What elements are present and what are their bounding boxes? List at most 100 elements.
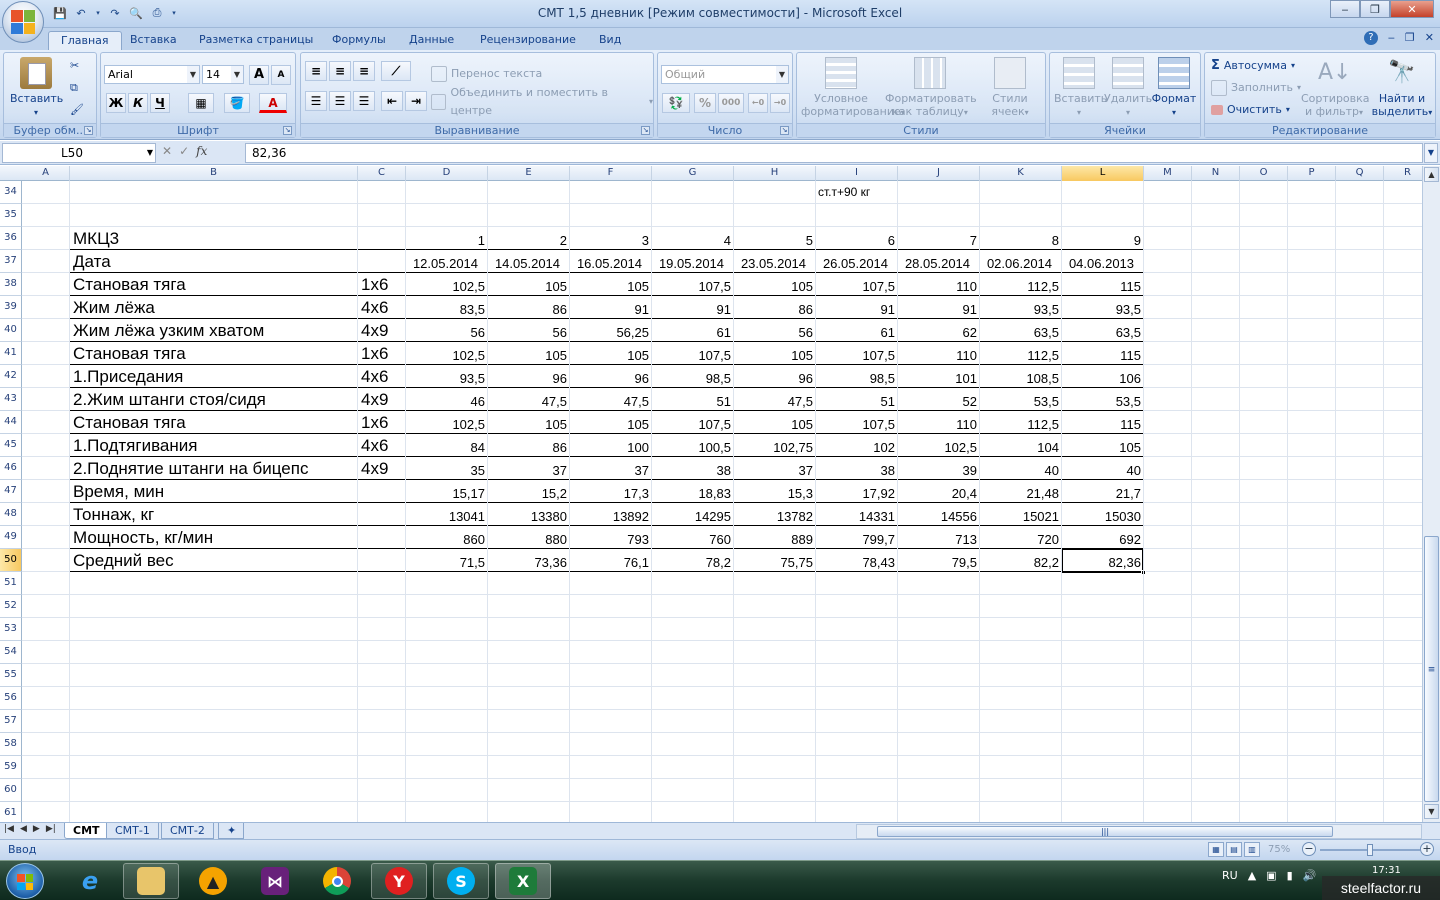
date-cell[interactable]: 28.05.2014 — [898, 250, 980, 273]
thousands-button[interactable]: 000 — [718, 93, 744, 113]
tab-view[interactable]: Вид — [587, 31, 633, 50]
value-cell[interactable]: 110 — [898, 411, 980, 434]
value-cell[interactable]: 91 — [652, 296, 734, 319]
format-cells-button[interactable]: Формат ▾ — [1150, 57, 1198, 119]
value-cell[interactable]: 15,3 — [734, 480, 816, 503]
row-header-38[interactable]: 38 — [0, 273, 22, 296]
increase-indent-icon[interactable]: ⇥ — [405, 91, 427, 111]
value-cell[interactable]: 105 — [488, 411, 570, 434]
value-cell[interactable]: 86 — [488, 434, 570, 457]
row-header-44[interactable]: 44 — [0, 411, 22, 434]
value-cell[interactable]: 39 — [898, 457, 980, 480]
format-painter-icon[interactable]: 🖌 — [70, 101, 84, 119]
value-cell[interactable]: 105 — [734, 411, 816, 434]
value-cell[interactable]: 100 — [570, 434, 652, 457]
underline-button[interactable]: Ч — [150, 93, 170, 113]
tab-home[interactable]: Главная — [48, 31, 122, 50]
row-header-34[interactable]: 34 — [0, 181, 22, 204]
date-cell[interactable]: 26.05.2014 — [816, 250, 898, 273]
value-cell[interactable]: 107,5 — [816, 273, 898, 296]
column-header-h[interactable]: H — [734, 166, 816, 181]
paste-button[interactable]: Вставить ▾ — [10, 57, 63, 119]
sort-filter-button[interactable]: A↓ Сортировка и фильтр▾ — [1301, 57, 1370, 119]
row-header-46[interactable]: 46 — [0, 457, 22, 480]
taskbar-excel[interactable]: X — [495, 863, 551, 899]
row-header-55[interactable]: 55 — [0, 664, 22, 687]
exercise-name-cell[interactable]: Время, мин — [70, 480, 358, 503]
exercise-name-cell[interactable]: Становая тяга — [70, 342, 358, 365]
value-cell[interactable]: 63,5 — [1062, 319, 1144, 342]
conditional-formatting-button[interactable]: Условное форматирование▾ — [801, 57, 905, 119]
italic-button[interactable]: К — [128, 93, 148, 113]
value-cell[interactable]: 105 — [488, 273, 570, 296]
taskbar-yandex[interactable]: Y — [371, 863, 427, 899]
name-box[interactable]: L50 ▼ — [2, 143, 156, 163]
row-header-35[interactable]: 35 — [0, 204, 22, 227]
value-cell[interactable]: 110 — [898, 342, 980, 365]
taskbar-explorer[interactable] — [123, 863, 179, 899]
column-header-q[interactable]: Q — [1336, 166, 1384, 181]
workbook-minimize-icon[interactable]: ‒ — [1388, 31, 1395, 45]
scheme-cell[interactable] — [358, 526, 406, 549]
row-header-59[interactable]: 59 — [0, 756, 22, 779]
value-cell[interactable]: 100,5 — [652, 434, 734, 457]
taskbar-ie[interactable]: e — [62, 863, 118, 899]
scheme-cell[interactable]: 4х6 — [358, 434, 406, 457]
value-cell[interactable]: 47,5 — [734, 388, 816, 411]
dialog-launcher-icon[interactable]: ↘ — [84, 126, 93, 135]
value-cell[interactable]: 105 — [1062, 434, 1144, 457]
wrap-text-button[interactable]: Перенос текста — [431, 65, 542, 83]
language-indicator[interactable]: RU — [1222, 869, 1238, 882]
value-cell[interactable]: 78,2 — [652, 549, 734, 572]
session-number-cell[interactable]: 3 — [570, 227, 652, 250]
currency-icon[interactable]: 💱 — [662, 93, 690, 113]
horizontal-scroll-thumb[interactable]: ||| — [877, 826, 1333, 837]
row-header-50[interactable]: 50 — [0, 549, 22, 572]
exercise-name-cell[interactable]: Становая тяга — [70, 273, 358, 296]
row-header-54[interactable]: 54 — [0, 641, 22, 664]
value-cell[interactable]: 84 — [406, 434, 488, 457]
selected-cell[interactable] — [1061, 548, 1146, 575]
value-cell[interactable]: 692 — [1062, 526, 1144, 549]
session-number-cell[interactable]: 9 — [1062, 227, 1144, 250]
scroll-down-icon[interactable]: ▼ — [1424, 804, 1439, 819]
autosum-button[interactable]: Σ Автосумма ▾ — [1211, 57, 1295, 75]
value-cell[interactable]: 880 — [488, 526, 570, 549]
date-cell[interactable]: 16.05.2014 — [570, 250, 652, 273]
value-cell[interactable]: 112,5 — [980, 273, 1062, 296]
value-cell[interactable]: 107,5 — [652, 342, 734, 365]
column-header-p[interactable]: P — [1288, 166, 1336, 181]
value-cell[interactable]: 82,2 — [980, 549, 1062, 572]
row-header-49[interactable]: 49 — [0, 526, 22, 549]
exercise-name-cell[interactable]: Становая тяга — [70, 411, 358, 434]
value-cell[interactable]: 56 — [406, 319, 488, 342]
value-cell[interactable]: 107,5 — [816, 411, 898, 434]
value-cell[interactable]: 15021 — [980, 503, 1062, 526]
value-cell[interactable]: 104 — [980, 434, 1062, 457]
value-cell[interactable]: 14295 — [652, 503, 734, 526]
value-cell[interactable]: 21,7 — [1062, 480, 1144, 503]
column-header-i[interactable]: I — [816, 166, 898, 181]
maximize-button[interactable]: ❐ — [1360, 0, 1390, 18]
row-header-42[interactable]: 42 — [0, 365, 22, 388]
value-cell[interactable]: 96 — [734, 365, 816, 388]
cells-area[interactable]: ст.т+90 кг МКЦ3 1 2 3 4 5 6 7 8 9 Дата 12.05.2014 1… — [22, 181, 1422, 822]
value-cell[interactable]: 37 — [734, 457, 816, 480]
bold-button[interactable]: Ж — [106, 93, 126, 113]
column-header-o[interactable]: O — [1240, 166, 1288, 181]
session-number-cell[interactable]: 2 — [488, 227, 570, 250]
value-cell[interactable]: 98,5 — [652, 365, 734, 388]
insert-function-button[interactable]: fx — [196, 144, 207, 158]
value-cell[interactable]: 47,5 — [570, 388, 652, 411]
column-header-c[interactable]: C — [358, 166, 406, 181]
value-cell[interactable]: 98,5 — [816, 365, 898, 388]
align-right-icon[interactable]: ☰ — [353, 91, 375, 111]
scheme-cell[interactable]: 4х9 — [358, 457, 406, 480]
value-cell[interactable]: 101 — [898, 365, 980, 388]
value-cell[interactable]: 13041 — [406, 503, 488, 526]
value-cell[interactable]: 96 — [488, 365, 570, 388]
value-cell[interactable]: 799,7 — [816, 526, 898, 549]
value-cell[interactable]: 105 — [488, 342, 570, 365]
value-cell[interactable]: 115 — [1062, 411, 1144, 434]
column-header-r[interactable]: R — [1384, 166, 1422, 181]
